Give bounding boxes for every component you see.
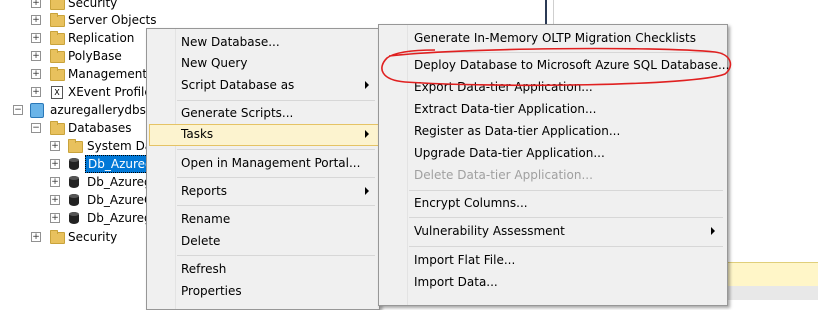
tree-item-server-objects[interactable]: + Server Objects [0,11,200,29]
menu-item-register-datatier[interactable]: Register as Data-tier Application... [414,120,620,142]
folder-icon [50,0,65,10]
menu-item-encrypt-columns[interactable]: Encrypt Columns... [414,192,528,214]
menu-item-label: Reports [181,184,228,198]
menu-item-script-database-as[interactable]: Script Database as [181,74,371,96]
menu-item-new-query[interactable]: New Query [181,52,247,74]
menu-separator [177,100,375,101]
submenu-arrow-icon [365,130,369,138]
expand-icon[interactable]: + [50,195,60,205]
menu-item-delete[interactable]: Delete [181,230,220,252]
menu-item-refresh[interactable]: Refresh [181,258,226,280]
database-icon [69,212,79,224]
expand-icon[interactable]: + [31,15,41,25]
tree-item-label: Db_Azureg [87,175,152,189]
folder-icon [50,13,65,27]
expand-icon[interactable]: + [31,51,41,61]
menu-item-delete-datatier: Delete Data-tier Application... [414,168,593,182]
submenu-arrow-icon [711,227,715,235]
tree-item-label: Db_AzureG [87,193,154,207]
expand-icon[interactable]: + [50,141,60,151]
menu-item-label: Script Database as [181,78,295,92]
database-icon [69,158,79,170]
tree-item-label: XEvent Profiler [68,85,157,99]
menu-separator [409,217,723,218]
menu-item-upgrade-datatier[interactable]: Upgrade Data-tier Application... [414,142,605,164]
menu-item-new-database[interactable]: New Database... [181,31,280,53]
menu-item-rename[interactable]: Rename [181,208,230,230]
tree-item-label: Db_Azureg [87,211,152,225]
menu-item-reports[interactable]: Reports [181,180,371,202]
expand-icon[interactable]: + [31,69,41,79]
database-context-menu: New Database... New Query Script Databas… [146,28,380,310]
expand-icon[interactable]: + [31,33,41,43]
menu-item-label: Tasks [181,127,214,141]
menu-item-import-flat-file[interactable]: Import Flat File... [414,249,515,271]
menu-item-generate-scripts[interactable]: Generate Scripts... [181,102,293,124]
folder-icon [50,230,65,244]
expand-icon[interactable]: + [31,232,41,242]
bottom-bar [728,286,818,300]
menu-separator [177,149,375,150]
tree-item-label: Server Objects [68,13,157,27]
server-icon [30,103,44,118]
menu-item-label: Vulnerability Assessment [414,224,565,238]
tree-item-label: PolyBase [68,49,122,63]
collapse-icon[interactable]: − [31,123,41,133]
menu-gutter [147,29,176,309]
menu-item-vulnerability-assessment[interactable]: Vulnerability Assessment [414,220,714,242]
collapse-icon[interactable]: − [13,105,23,115]
folder-icon [68,139,83,153]
annotation-ellipse [381,47,732,87]
menu-item-properties[interactable]: Properties [181,280,242,302]
tree-item-label: Management [68,67,148,81]
menu-separator [177,205,375,206]
yellow-infobar [728,262,818,287]
submenu-arrow-icon [365,81,369,89]
folder-icon [50,121,65,135]
folder-icon [50,49,65,63]
database-icon [69,176,79,188]
folder-icon [50,31,65,45]
tree-item-label: Databases [68,121,132,135]
tree-item-label: Security [68,230,118,244]
expand-icon[interactable]: + [50,177,60,187]
menu-separator [409,246,723,247]
submenu-arrow-icon [365,187,369,195]
expand-icon[interactable]: + [50,159,60,169]
menu-separator [409,190,723,191]
expand-icon[interactable]: + [31,87,41,97]
menu-item-import-data[interactable]: Import Data... [414,271,498,293]
menu-item-tasks[interactable]: Tasks [181,123,371,145]
expand-icon[interactable]: + [31,0,41,8]
folder-icon [50,67,65,81]
xevent-icon: X [51,86,63,99]
menu-separator [177,177,375,178]
expand-icon[interactable]: + [50,213,60,223]
tree-item-label: Replication [68,31,135,45]
database-icon [69,194,79,206]
menu-item-extract-datatier[interactable]: Extract Data-tier Application... [414,98,596,120]
menu-item-open-portal[interactable]: Open in Management Portal... [181,152,360,174]
menu-separator [177,255,375,256]
